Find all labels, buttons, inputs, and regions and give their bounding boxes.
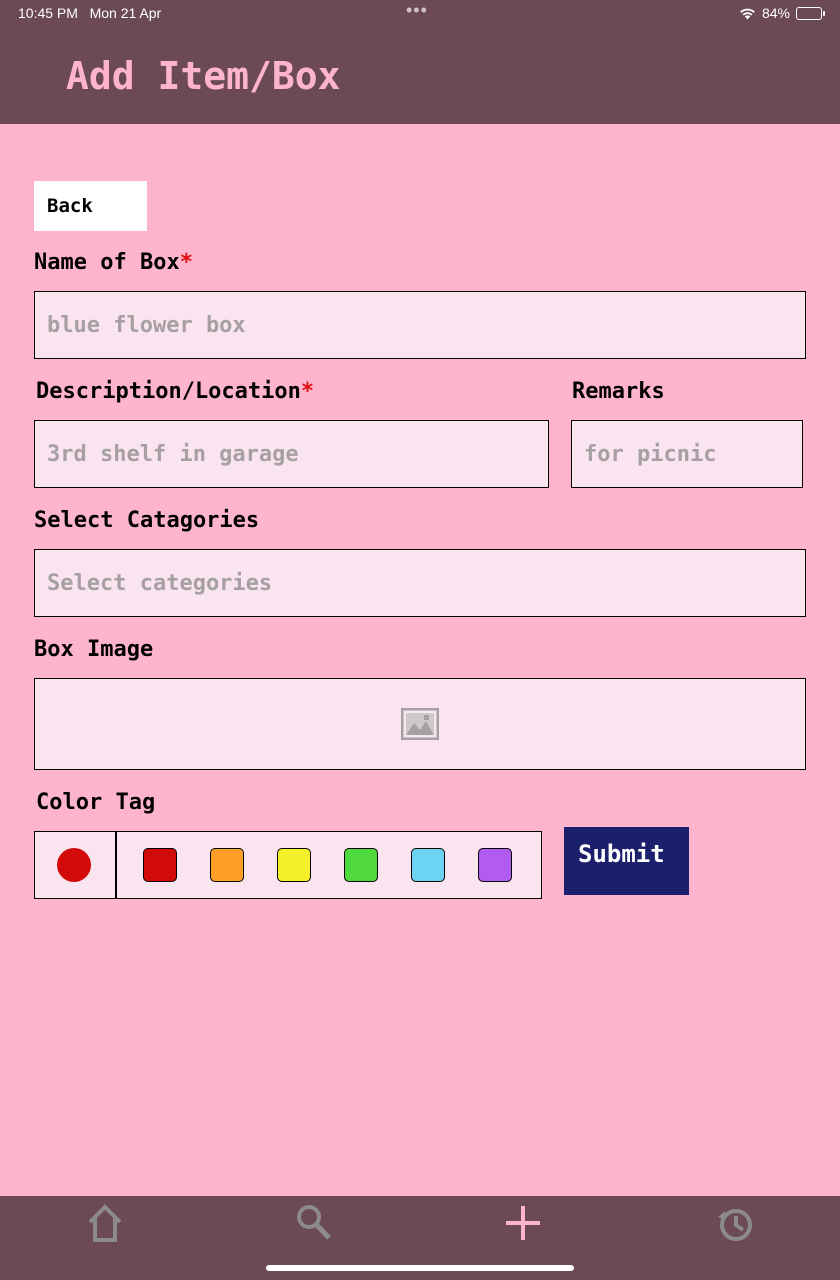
name-label-text: Name of Box — [34, 250, 180, 275]
color-tag-label: Color Tag — [36, 790, 155, 815]
multitasking-dots[interactable]: ••• — [406, 0, 428, 21]
history-icon[interactable] — [713, 1202, 757, 1246]
add-icon[interactable] — [502, 1202, 544, 1244]
color-swatch-red[interactable] — [143, 848, 177, 882]
required-mark: * — [179, 250, 193, 275]
color-swatch-purple[interactable] — [478, 848, 512, 882]
page-title: Add Item/Box — [66, 54, 341, 98]
box-image-label-text: Box Image — [34, 637, 154, 662]
status-clock: 10:45 PM — [18, 5, 78, 21]
description-input[interactable] — [34, 420, 549, 488]
required-mark: * — [300, 379, 315, 404]
description-label: Description/Location* — [36, 379, 314, 404]
description-label-text: Description/Location — [36, 379, 301, 404]
box-image-label: Box Image — [34, 637, 153, 662]
home-icon[interactable] — [84, 1202, 126, 1246]
status-right: 84% — [739, 5, 825, 21]
status-time: 10:45 PM Mon 21 Apr — [18, 5, 161, 21]
back-button[interactable]: Back — [34, 181, 147, 231]
remarks-input[interactable] — [571, 420, 803, 488]
battery-percent: 84% — [761, 5, 790, 21]
remarks-label: Remarks — [572, 379, 665, 404]
color-tag-picker — [34, 831, 542, 899]
battery-icon — [796, 6, 825, 20]
color-swatch-green[interactable] — [344, 848, 378, 882]
categories-label-text: Select Catagories — [34, 508, 260, 533]
categories-label: Select Catagories — [34, 508, 259, 533]
search-icon[interactable] — [294, 1202, 334, 1244]
color-swatch-orange[interactable] — [210, 848, 244, 882]
box-image-picker[interactable] — [34, 678, 806, 770]
selected-color-indicator — [57, 848, 91, 882]
color-tag-label-text: Color Tag — [36, 790, 156, 815]
color-swatch-blue[interactable] — [411, 848, 445, 882]
submit-button[interactable]: Submit — [564, 827, 689, 895]
wifi-icon — [740, 8, 755, 19]
box-name-input[interactable] — [34, 291, 806, 359]
status-bar: 10:45 PM Mon 21 Apr ••• 84% — [0, 0, 840, 28]
color-swatch-yellow[interactable] — [277, 848, 311, 882]
name-label: Name of Box* — [34, 250, 193, 275]
categories-select[interactable] — [34, 549, 806, 617]
image-placeholder-icon — [401, 708, 439, 740]
remarks-label-text: Remarks — [572, 379, 665, 404]
home-indicator[interactable] — [266, 1265, 574, 1271]
status-date: Mon 21 Apr — [89, 5, 162, 21]
divider — [115, 832, 117, 898]
